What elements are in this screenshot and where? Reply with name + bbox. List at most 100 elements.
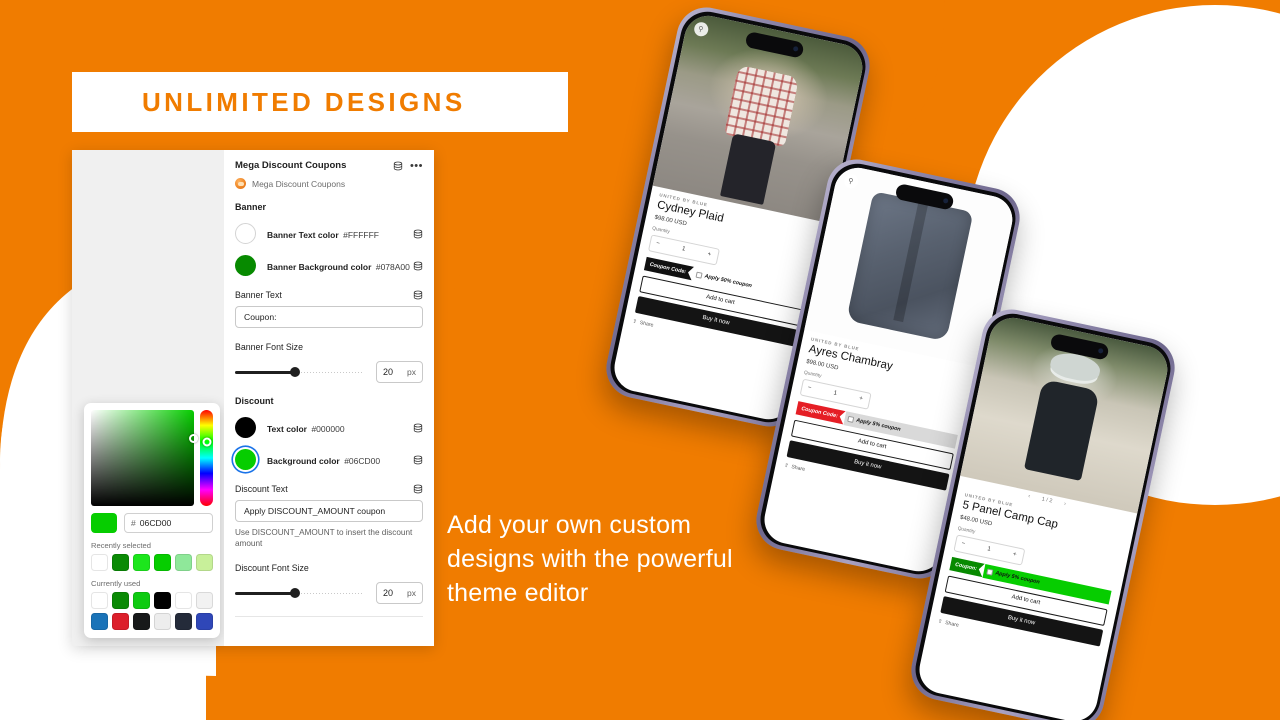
discount-text-label-row: Discount Text xyxy=(235,484,423,494)
database-icon[interactable] xyxy=(413,455,423,465)
color-preview-swatch xyxy=(91,513,117,533)
quantity-increment[interactable]: + xyxy=(859,396,864,403)
quantity-value: 1 xyxy=(832,390,838,397)
coupon-apply-label: Apply 5% coupon xyxy=(994,569,1041,586)
recently-selected-label: Recently selected xyxy=(91,541,151,550)
banner-text-color-swatch[interactable] xyxy=(235,223,256,244)
banner-text-color-hex: #FFFFFF xyxy=(343,229,379,240)
discount-text-label: Discount Text xyxy=(235,484,288,494)
database-icon[interactable] xyxy=(393,161,403,171)
share-label: Share xyxy=(944,619,960,629)
swatch[interactable] xyxy=(132,613,151,630)
hex-input[interactable]: # 06CD00 xyxy=(124,513,213,533)
banner-font-size-label: Banner Font Size xyxy=(235,342,303,352)
swatch[interactable] xyxy=(174,592,193,609)
swatch[interactable] xyxy=(132,592,151,609)
section-title-discount: Discount xyxy=(235,396,274,406)
swatch[interactable] xyxy=(153,592,172,609)
swatch[interactable] xyxy=(111,613,130,630)
discount-text-helper: Use DISCOUNT_AMOUNT to insert the discou… xyxy=(235,528,413,549)
swatch[interactable] xyxy=(174,554,193,571)
quantity-decrement[interactable]: − xyxy=(656,241,661,248)
discount-font-size-slider[interactable] xyxy=(235,586,366,600)
discount-text-color-meta: Text color #000000 xyxy=(267,419,413,437)
headline-banner: UNLIMITED DESIGNS xyxy=(72,72,568,132)
banner-font-size-row: 20 px xyxy=(235,361,423,383)
swatch[interactable] xyxy=(111,592,130,609)
banner-background-color-row[interactable]: Banner Background color #078A00 xyxy=(235,255,423,276)
panel-header-actions: ••• xyxy=(393,160,423,171)
swatch[interactable] xyxy=(195,554,214,571)
banner-background-color-meta: Banner Background color #078A00 xyxy=(267,257,413,275)
saturation-value-area[interactable] xyxy=(91,410,199,506)
share-icon: ⇧ xyxy=(937,617,943,625)
coupon-apply-label: Apply 5% coupon xyxy=(855,417,902,433)
swatch[interactable] xyxy=(195,592,214,609)
swatch[interactable] xyxy=(91,592,109,609)
discount-text-input[interactable]: Apply DISCOUNT_AMOUNT coupon xyxy=(235,500,423,522)
app-row[interactable]: Mega Discount Coupons xyxy=(235,178,423,189)
slider-track-filled xyxy=(235,371,296,374)
swatch[interactable] xyxy=(132,554,151,571)
slider-knob[interactable] xyxy=(290,588,301,599)
share-icon: ⇧ xyxy=(783,462,790,469)
banner-background-color-swatch[interactable] xyxy=(235,255,256,276)
pager-prev-icon[interactable]: ‹ xyxy=(1028,493,1031,499)
swatch[interactable] xyxy=(111,554,130,571)
discount-text-color-swatch[interactable] xyxy=(235,417,256,438)
database-icon[interactable] xyxy=(413,423,423,433)
recently-selected-swatches xyxy=(91,554,214,571)
slider-track-rest xyxy=(295,371,364,373)
discount-text-color-row[interactable]: Text color #000000 xyxy=(235,417,423,438)
database-icon[interactable] xyxy=(413,290,423,300)
banner-text-input[interactable]: Coupon: xyxy=(235,306,423,328)
caption-text: Add your own custom designs with the pow… xyxy=(447,508,847,610)
discount-font-size-label-row: Discount Font Size xyxy=(235,563,423,573)
share-label: Share xyxy=(790,463,806,473)
discount-background-color-swatch[interactable] xyxy=(235,449,256,470)
saturation-cursor[interactable] xyxy=(189,434,199,443)
swatch[interactable] xyxy=(91,554,109,571)
editor-settings-column: Mega Discount Coupons ••• Mega Discount … xyxy=(224,150,434,646)
discount-font-size-row: 20 px xyxy=(235,582,423,605)
coupon-checkbox[interactable] xyxy=(986,567,994,576)
hex-hash-symbol: # xyxy=(131,518,136,528)
color-picker-popup[interactable]: # 06CD00 Recently selected Currently use… xyxy=(84,403,220,638)
banner-text-color-name: Banner Text color xyxy=(267,229,339,240)
swatch[interactable] xyxy=(195,613,214,630)
currently-used-swatches-row2 xyxy=(91,613,214,630)
banner-text-color-row[interactable]: Banner Text color #FFFFFF xyxy=(235,223,423,244)
banner-font-size-input[interactable]: 20 px xyxy=(376,361,423,383)
discount-font-size-input[interactable]: 20 px xyxy=(376,582,423,605)
quantity-decrement[interactable]: − xyxy=(807,385,812,392)
quantity-increment[interactable]: + xyxy=(1012,552,1017,559)
ellipsis-icon[interactable]: ••• xyxy=(410,160,423,171)
hex-row: # 06CD00 xyxy=(91,513,213,533)
banner-font-size-slider[interactable] xyxy=(235,365,366,379)
database-icon[interactable] xyxy=(413,229,423,239)
hue-cursor[interactable] xyxy=(202,437,212,447)
quantity-decrement[interactable]: − xyxy=(961,541,966,548)
share-label: Share xyxy=(639,319,654,329)
coupon-checkbox[interactable] xyxy=(695,271,703,279)
hue-slider[interactable] xyxy=(200,410,213,506)
pager-next-icon[interactable]: › xyxy=(1063,501,1066,507)
banner-text-label: Banner Text xyxy=(235,290,282,300)
coupon-checkbox[interactable] xyxy=(846,415,855,423)
swatch[interactable] xyxy=(174,613,193,630)
banner-font-size-value: 20 xyxy=(383,367,394,377)
slider-knob[interactable] xyxy=(290,367,301,377)
swatch[interactable] xyxy=(153,613,172,630)
coupon-apply-label: Apply 50% coupon xyxy=(704,272,753,289)
currently-used-label: Currently used xyxy=(91,579,141,588)
swatch[interactable] xyxy=(153,554,172,571)
quantity-increment[interactable]: + xyxy=(707,252,712,259)
discount-background-color-row[interactable]: Background color #06CD00 xyxy=(235,449,423,470)
database-icon[interactable] xyxy=(413,261,423,271)
caption-line-2: designs with the powerful xyxy=(447,545,733,573)
discount-font-size-label: Discount Font Size xyxy=(235,563,309,574)
section-title-banner: Banner xyxy=(235,202,267,212)
swatch[interactable] xyxy=(91,613,109,630)
panel-header: Mega Discount Coupons ••• xyxy=(235,160,423,171)
database-icon[interactable] xyxy=(413,484,423,494)
